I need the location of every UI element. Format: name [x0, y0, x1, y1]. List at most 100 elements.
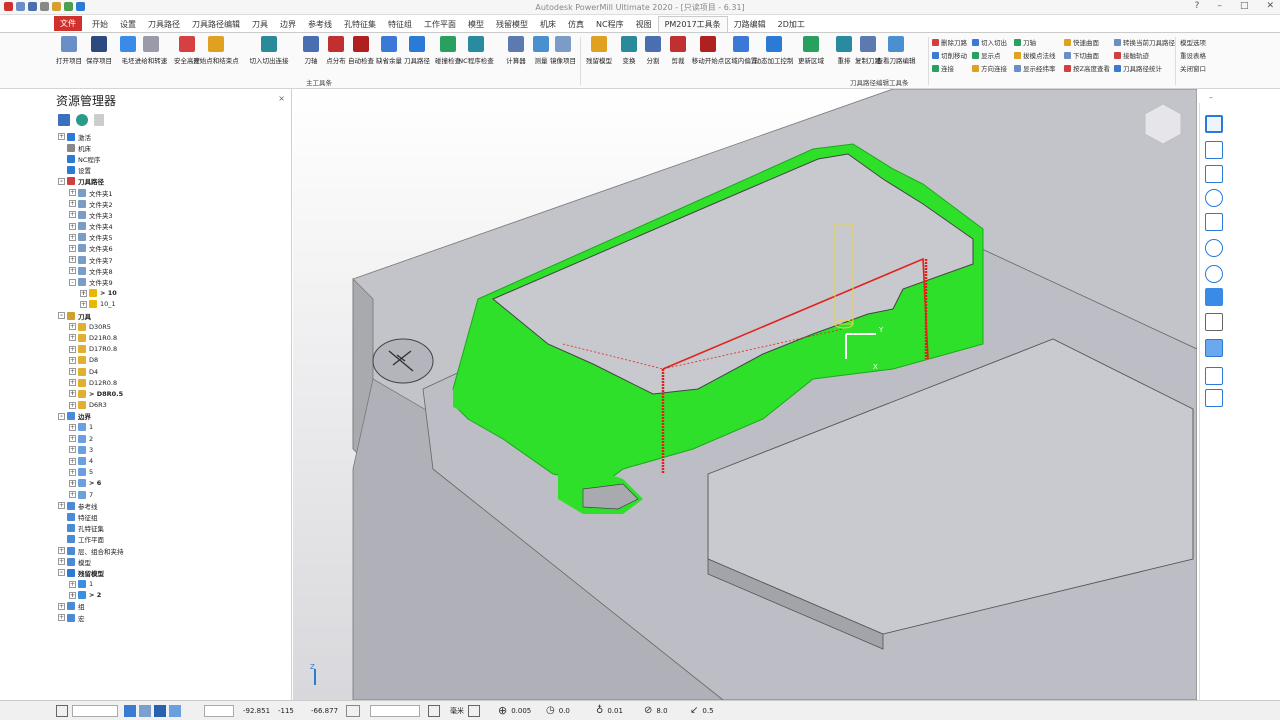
zoom-model-icon[interactable] — [1205, 213, 1223, 231]
ribbon-small-right_col-1[interactable]: 重设表格 — [1180, 50, 1206, 60]
tree-item[interactable]: + 层、组合和夹持 — [54, 545, 290, 556]
tree-item[interactable]: + 文件夹8 — [54, 265, 290, 276]
select-icon[interactable] — [1205, 367, 1223, 385]
tree-item[interactable]: 机床 — [54, 142, 290, 153]
tree-item[interactable]: 孔特征集 — [54, 523, 290, 534]
tree-item[interactable]: +1 — [54, 422, 290, 433]
viewport-minimize-button[interactable]: – — [1209, 93, 1213, 102]
tree-expander-icon[interactable]: - — [58, 412, 65, 420]
tree-item[interactable]: +7 — [54, 489, 290, 500]
ribbon-main-button-3[interactable]: 进给和转速 — [135, 36, 167, 65]
tree-item[interactable]: + > 2 — [54, 590, 290, 601]
graphics-viewport[interactable]: Y X Z — [293, 89, 1197, 700]
tree-item[interactable]: + 模型 — [54, 556, 290, 567]
tree-item[interactable]: + D17R0.8 — [54, 344, 290, 355]
ribbon-small-small_col2-0[interactable]: 切入切出 — [972, 37, 1007, 47]
tab-12[interactable]: 机床 — [534, 16, 562, 32]
tree-expander-icon[interactable]: + — [69, 580, 76, 588]
minimize-icon[interactable]: – — [1217, 1, 1222, 11]
tree-expander-icon[interactable]: + — [69, 200, 76, 208]
tab-11[interactable]: 残留模型 — [490, 16, 534, 32]
tree-expander-icon[interactable]: + — [69, 334, 76, 342]
tab-6[interactable]: 参考线 — [302, 16, 338, 32]
tree-expander-icon[interactable]: + — [69, 401, 76, 409]
tree-item[interactable]: - 刀具 — [54, 310, 290, 321]
ribbon-small-small_col4-2[interactable]: 按Z高度查看 — [1064, 63, 1110, 73]
ribbon-main-button-6[interactable]: 切入切出连接 — [250, 36, 289, 65]
tolerance-value[interactable]: 0.005 — [511, 707, 531, 715]
tree-expander-icon[interactable]: + — [58, 602, 65, 610]
ribbon-small-small_col1-1[interactable]: 切削移动 — [932, 50, 967, 60]
tree-expander-icon[interactable]: + — [58, 547, 65, 555]
tree-item[interactable]: + D21R0.8 — [54, 332, 290, 343]
tab-10[interactable]: 模型 — [462, 16, 490, 32]
tree-item[interactable]: + 文件夹7 — [54, 254, 290, 265]
tree-expander-icon[interactable]: + — [80, 289, 87, 297]
ribbon-small-small_col3-0[interactable]: 刀轴 — [1014, 37, 1036, 47]
tree-item[interactable]: + > 6 — [54, 478, 290, 489]
tree-item[interactable]: +2 — [54, 433, 290, 444]
ribbon-small-small_col5-0[interactable]: 转换当前刀具路径 — [1114, 37, 1175, 47]
tree-expander-icon[interactable]: + — [69, 379, 76, 387]
tab-5[interactable]: 边界 — [274, 16, 302, 32]
tree-item[interactable]: +5 — [54, 467, 290, 478]
tree-expander-icon[interactable]: + — [69, 356, 76, 364]
ribbon-small-small_col5-2[interactable]: 刀具路径统计 — [1114, 63, 1162, 73]
tree-expander-icon[interactable]: + — [58, 614, 65, 622]
tab-18[interactable]: 2D加工 — [772, 16, 811, 32]
tree-item[interactable]: + 文件夹1 — [54, 187, 290, 198]
ribbon-small-small_col5-1[interactable]: 接触轨迹 — [1114, 50, 1149, 60]
tree-item[interactable]: + 宏 — [54, 612, 290, 623]
tree-expander-icon[interactable]: + — [69, 423, 76, 431]
tree-expander-icon[interactable]: - — [58, 312, 65, 320]
tree-expander-icon[interactable]: + — [69, 256, 76, 264]
tree-expander-icon[interactable]: + — [69, 244, 76, 252]
ribbon-small-right_col-0[interactable]: 模型选项 — [1180, 37, 1206, 47]
tool-offset-value[interactable]: 0.01 — [607, 707, 623, 715]
pointer-icon[interactable] — [1205, 389, 1223, 407]
ribbon-main-button-9[interactable]: 自动检查 — [346, 36, 376, 65]
ribbon-main-button-13[interactable]: NC程序检查 — [458, 36, 494, 65]
tree-expander-icon[interactable]: + — [69, 345, 76, 353]
ribbon-small-small_col3-2[interactable]: 显示经纬率 — [1014, 63, 1056, 73]
tree-expander-icon[interactable]: + — [69, 591, 76, 599]
ribbon-small-small_col2-1[interactable]: 显示点 — [972, 50, 1001, 60]
ribbon-main-button-1[interactable]: 保存项目 — [84, 36, 114, 65]
tree-expander-icon[interactable]: + — [69, 368, 76, 376]
tree-item[interactable]: +3 — [54, 444, 290, 455]
ribbon-edit-button-3[interactable]: 剪裁 — [663, 36, 693, 65]
tree-item[interactable]: + D6R3 — [54, 400, 290, 411]
tab-17[interactable]: 刀路编辑 — [728, 16, 772, 32]
tree-item[interactable]: - 残留模型 — [54, 567, 290, 578]
tree-expander-icon[interactable]: - — [58, 177, 65, 185]
ribbon-edit-button-0[interactable]: 残留模型 — [584, 36, 614, 65]
shaded-wire-icon[interactable] — [1205, 339, 1223, 357]
tree-item[interactable]: + D4 — [54, 366, 290, 377]
ribbon-edit-button-10[interactable]: 查看刀路编辑 — [877, 36, 916, 65]
tab-2[interactable]: 刀具路径 — [142, 16, 186, 32]
tab-file[interactable]: 文件 — [54, 16, 82, 31]
tab-3[interactable]: 刀具路径编辑 — [186, 16, 246, 32]
tree-expander-icon[interactable]: + — [58, 558, 65, 566]
tab-13[interactable]: 仿真 — [562, 16, 590, 32]
view-top-icon[interactable] — [1205, 165, 1223, 183]
ribbon-edit-button-7[interactable]: 更新区域 — [796, 36, 826, 65]
tab-8[interactable]: 特征组 — [382, 16, 418, 32]
ribbon-edit-button-4[interactable]: 移动开始点 — [692, 36, 724, 65]
view-front-icon[interactable] — [1205, 141, 1223, 159]
grid-icon[interactable] — [169, 704, 181, 717]
tree-view-icon[interactable] — [58, 114, 70, 126]
thickness-value[interactable]: 0.0 — [559, 707, 570, 715]
maximize-icon[interactable]: □ — [1240, 1, 1249, 11]
tree-expander-icon[interactable]: + — [80, 300, 87, 308]
workplane-select[interactable] — [72, 704, 118, 717]
tree-expander-icon[interactable]: + — [69, 222, 76, 230]
model-view[interactable]: Y X Z — [293, 89, 1197, 700]
tree-item[interactable]: 设置 — [54, 165, 290, 176]
coord-blank-field[interactable] — [204, 704, 234, 717]
tree-expander-icon[interactable]: + — [69, 189, 76, 197]
ribbon-small-small_col1-2[interactable]: 连接 — [932, 63, 954, 73]
tree-expander-icon[interactable]: + — [69, 233, 76, 241]
delete-icon[interactable] — [94, 114, 104, 126]
ribbon-main-button-16[interactable]: 镜像项目 — [548, 36, 578, 65]
